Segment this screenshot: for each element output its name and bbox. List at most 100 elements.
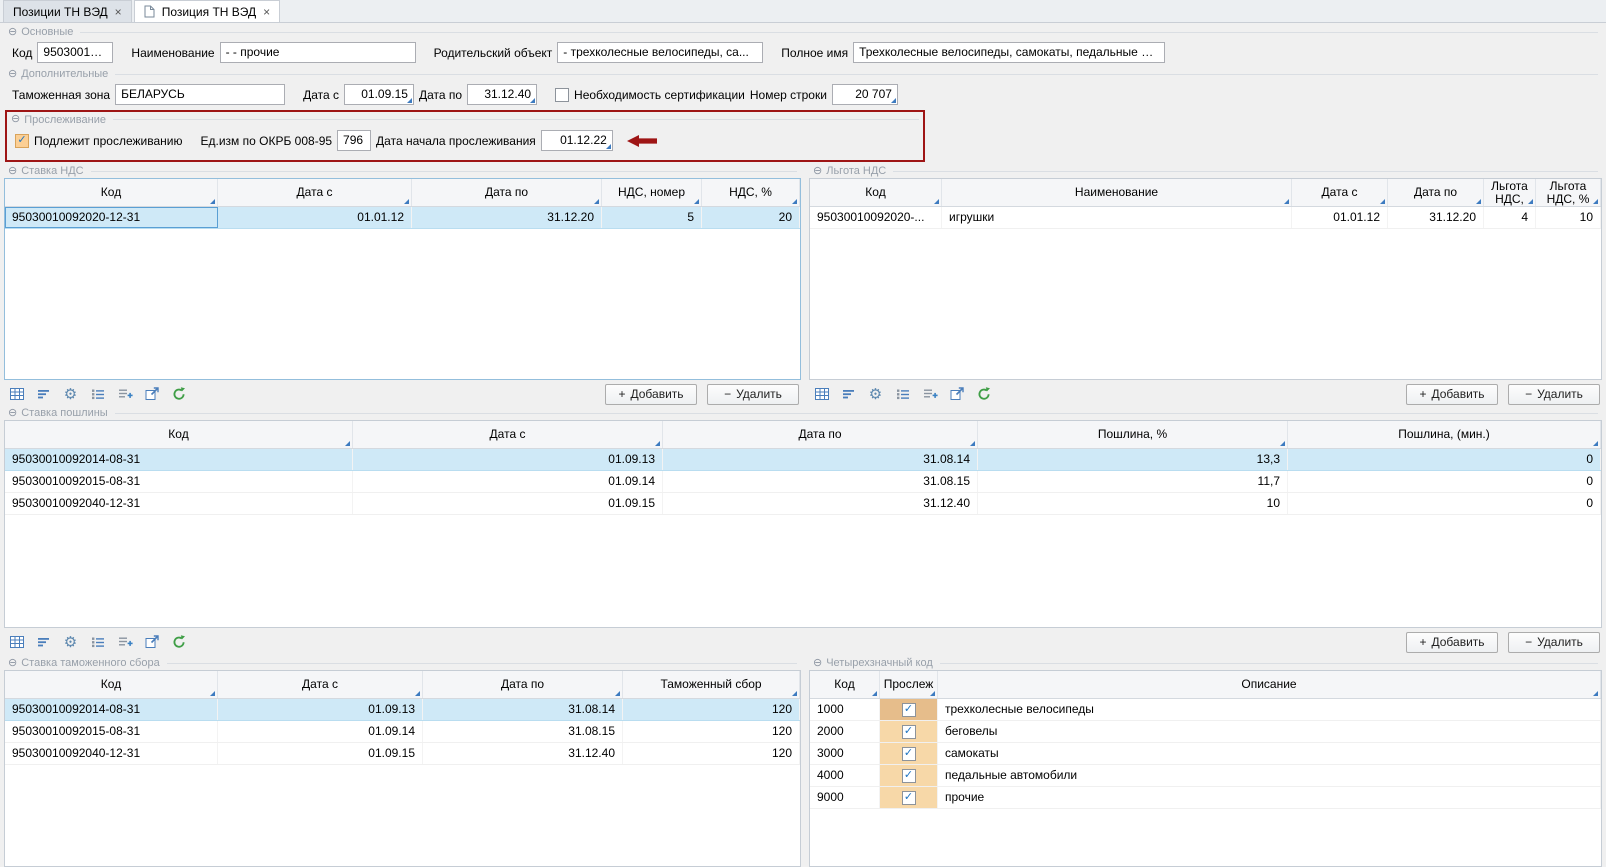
column-header[interactable]: Код [5, 179, 218, 206]
add-list-icon[interactable] [116, 386, 133, 403]
numbered-list-icon[interactable] [89, 634, 106, 651]
collapse-icon[interactable]: ⊖ [8, 408, 17, 419]
checkbox-icon[interactable]: ✓ [902, 747, 916, 761]
table-row[interactable]: 95030010092015-08-3101.09.1431.08.1511,7… [5, 471, 1601, 493]
filter-sort-icon[interactable] [35, 386, 52, 403]
grid-view-icon[interactable] [8, 386, 25, 403]
column-header[interactable]: Дата с [218, 179, 412, 206]
remove-button[interactable]: − Удалить [707, 384, 799, 405]
filter-sort-icon[interactable] [35, 634, 52, 651]
refresh-icon[interactable] [975, 386, 992, 403]
table-row[interactable]: 95030010092040-12-3101.09.1531.12.40100 [5, 493, 1601, 515]
row-checkbox-cell[interactable]: ✓ [880, 765, 938, 786]
open-external-icon[interactable] [948, 386, 965, 403]
column-header[interactable]: Дата по [423, 671, 623, 698]
collapse-icon[interactable]: ⊖ [8, 69, 17, 80]
table-row[interactable]: 95030010092014-08-3101.09.1331.08.14120 [5, 699, 800, 721]
collapse-icon[interactable]: ⊖ [813, 166, 822, 177]
code-field[interactable]: 9503001009 [37, 42, 113, 63]
table-row[interactable]: 4000✓педальные автомобили [810, 765, 1601, 787]
customs-zone-field[interactable]: БЕЛАРУСЬ [115, 84, 285, 105]
column-header[interactable]: Льгота НДС, [1484, 179, 1536, 206]
settings-gear-icon[interactable]: ⚙ [62, 634, 79, 651]
duty-rate-toolbar: ⚙ + Добавить − Удалить [4, 628, 1602, 654]
checkbox-icon[interactable]: ✓ [902, 769, 916, 783]
certification-checkbox[interactable] [555, 88, 569, 102]
column-header[interactable]: Код [5, 671, 218, 698]
column-header[interactable]: Прослеж [880, 671, 938, 698]
column-header[interactable]: Дата с [218, 671, 423, 698]
column-header[interactable]: Пошлина, (мин.) [1288, 421, 1601, 448]
table-row[interactable]: 2000✓беговелы [810, 721, 1601, 743]
tab-positions-list[interactable]: Позиции ТН ВЭД × [3, 0, 132, 22]
table-row[interactable]: 95030010092020-...игрушки01.01.1231.12.2… [810, 207, 1601, 229]
column-header[interactable]: Дата по [663, 421, 978, 448]
date-to-field[interactable]: 31.12.40 [467, 84, 537, 105]
tab-position-detail[interactable]: Позиция ТН ВЭД × [134, 0, 280, 22]
collapse-icon[interactable]: ⊖ [8, 27, 17, 38]
column-header[interactable]: Описание [938, 671, 1601, 698]
collapse-icon[interactable]: ⊖ [813, 658, 822, 669]
column-header[interactable]: Таможенный сбор [623, 671, 800, 698]
date-from-field[interactable]: 01.09.15 [344, 84, 414, 105]
numbered-list-icon[interactable] [894, 386, 911, 403]
sort-indicator-icon [210, 199, 215, 204]
column-header[interactable]: Код [5, 421, 353, 448]
add-list-icon[interactable] [116, 634, 133, 651]
column-header[interactable]: Код [810, 671, 880, 698]
collapse-icon[interactable]: ⊖ [8, 166, 17, 177]
add-button[interactable]: + Добавить [1406, 384, 1498, 405]
unit-okrb-field[interactable]: 796 [337, 130, 371, 151]
open-external-icon[interactable] [143, 634, 160, 651]
row-checkbox-cell[interactable]: ✓ [880, 721, 938, 742]
close-icon[interactable]: × [115, 6, 122, 18]
filter-sort-icon[interactable] [840, 386, 857, 403]
table-row[interactable]: 95030010092015-08-3101.09.1431.08.15120 [5, 721, 800, 743]
column-header[interactable]: Наименование [942, 179, 1292, 206]
row-checkbox-cell[interactable]: ✓ [880, 787, 938, 808]
remove-button[interactable]: − Удалить [1508, 632, 1600, 653]
grid-view-icon[interactable] [8, 634, 25, 651]
checkbox-icon[interactable]: ✓ [902, 725, 916, 739]
table-row[interactable]: 9000✓прочие [810, 787, 1601, 809]
name-field[interactable]: - - прочие [220, 42, 416, 63]
column-header[interactable]: Дата с [353, 421, 663, 448]
row-checkbox-cell[interactable]: ✓ [880, 699, 938, 720]
settings-gear-icon[interactable]: ⚙ [867, 386, 884, 403]
tracking-subject-checkbox[interactable]: ✓ [15, 134, 29, 148]
column-header[interactable]: Код [810, 179, 942, 206]
refresh-icon[interactable] [170, 634, 187, 651]
checkbox-icon[interactable]: ✓ [902, 703, 916, 717]
collapse-icon[interactable]: ⊖ [11, 114, 20, 125]
refresh-icon[interactable] [170, 386, 187, 403]
full-name-field[interactable]: Трехколесные велосипеды, самокаты, педал… [853, 42, 1165, 63]
table-row[interactable]: 95030010092020-12-3101.01.1231.12.20520 [5, 207, 800, 229]
add-button[interactable]: + Добавить [1406, 632, 1498, 653]
add-button[interactable]: + Добавить [605, 384, 697, 405]
open-external-icon[interactable] [143, 386, 160, 403]
table-row[interactable]: 3000✓самокаты [810, 743, 1601, 765]
column-header[interactable]: Дата по [1388, 179, 1484, 206]
numbered-list-icon[interactable] [89, 386, 106, 403]
column-header[interactable]: НДС, % [702, 179, 800, 206]
column-header[interactable]: Льгота НДС, % [1536, 179, 1601, 206]
column-header[interactable]: Пошлина, % [978, 421, 1288, 448]
column-header[interactable]: Дата с [1292, 179, 1388, 206]
close-icon[interactable]: × [263, 6, 270, 18]
settings-gear-icon[interactable]: ⚙ [62, 386, 79, 403]
checkbox-icon[interactable]: ✓ [902, 791, 916, 805]
column-header[interactable]: НДС, номер [602, 179, 702, 206]
remove-button[interactable]: − Удалить [1508, 384, 1600, 405]
add-list-icon[interactable] [921, 386, 938, 403]
row-checkbox-cell[interactable]: ✓ [880, 743, 938, 764]
collapse-icon[interactable]: ⊖ [8, 658, 17, 669]
column-header[interactable]: Дата по [412, 179, 602, 206]
sort-indicator-icon [1284, 199, 1289, 204]
parent-object-field[interactable]: - трехколесные велосипеды, са... [557, 42, 763, 63]
table-row[interactable]: 95030010092040-12-3101.09.1531.12.40120 [5, 743, 800, 765]
tracking-start-date-field[interactable]: 01.12.22 [541, 130, 613, 151]
line-number-field[interactable]: 20 707 [832, 84, 898, 105]
grid-view-icon[interactable] [813, 386, 830, 403]
table-row[interactable]: 1000✓трехколесные велосипеды [810, 699, 1601, 721]
table-row[interactable]: 95030010092014-08-3101.09.1331.08.1413,3… [5, 449, 1601, 471]
